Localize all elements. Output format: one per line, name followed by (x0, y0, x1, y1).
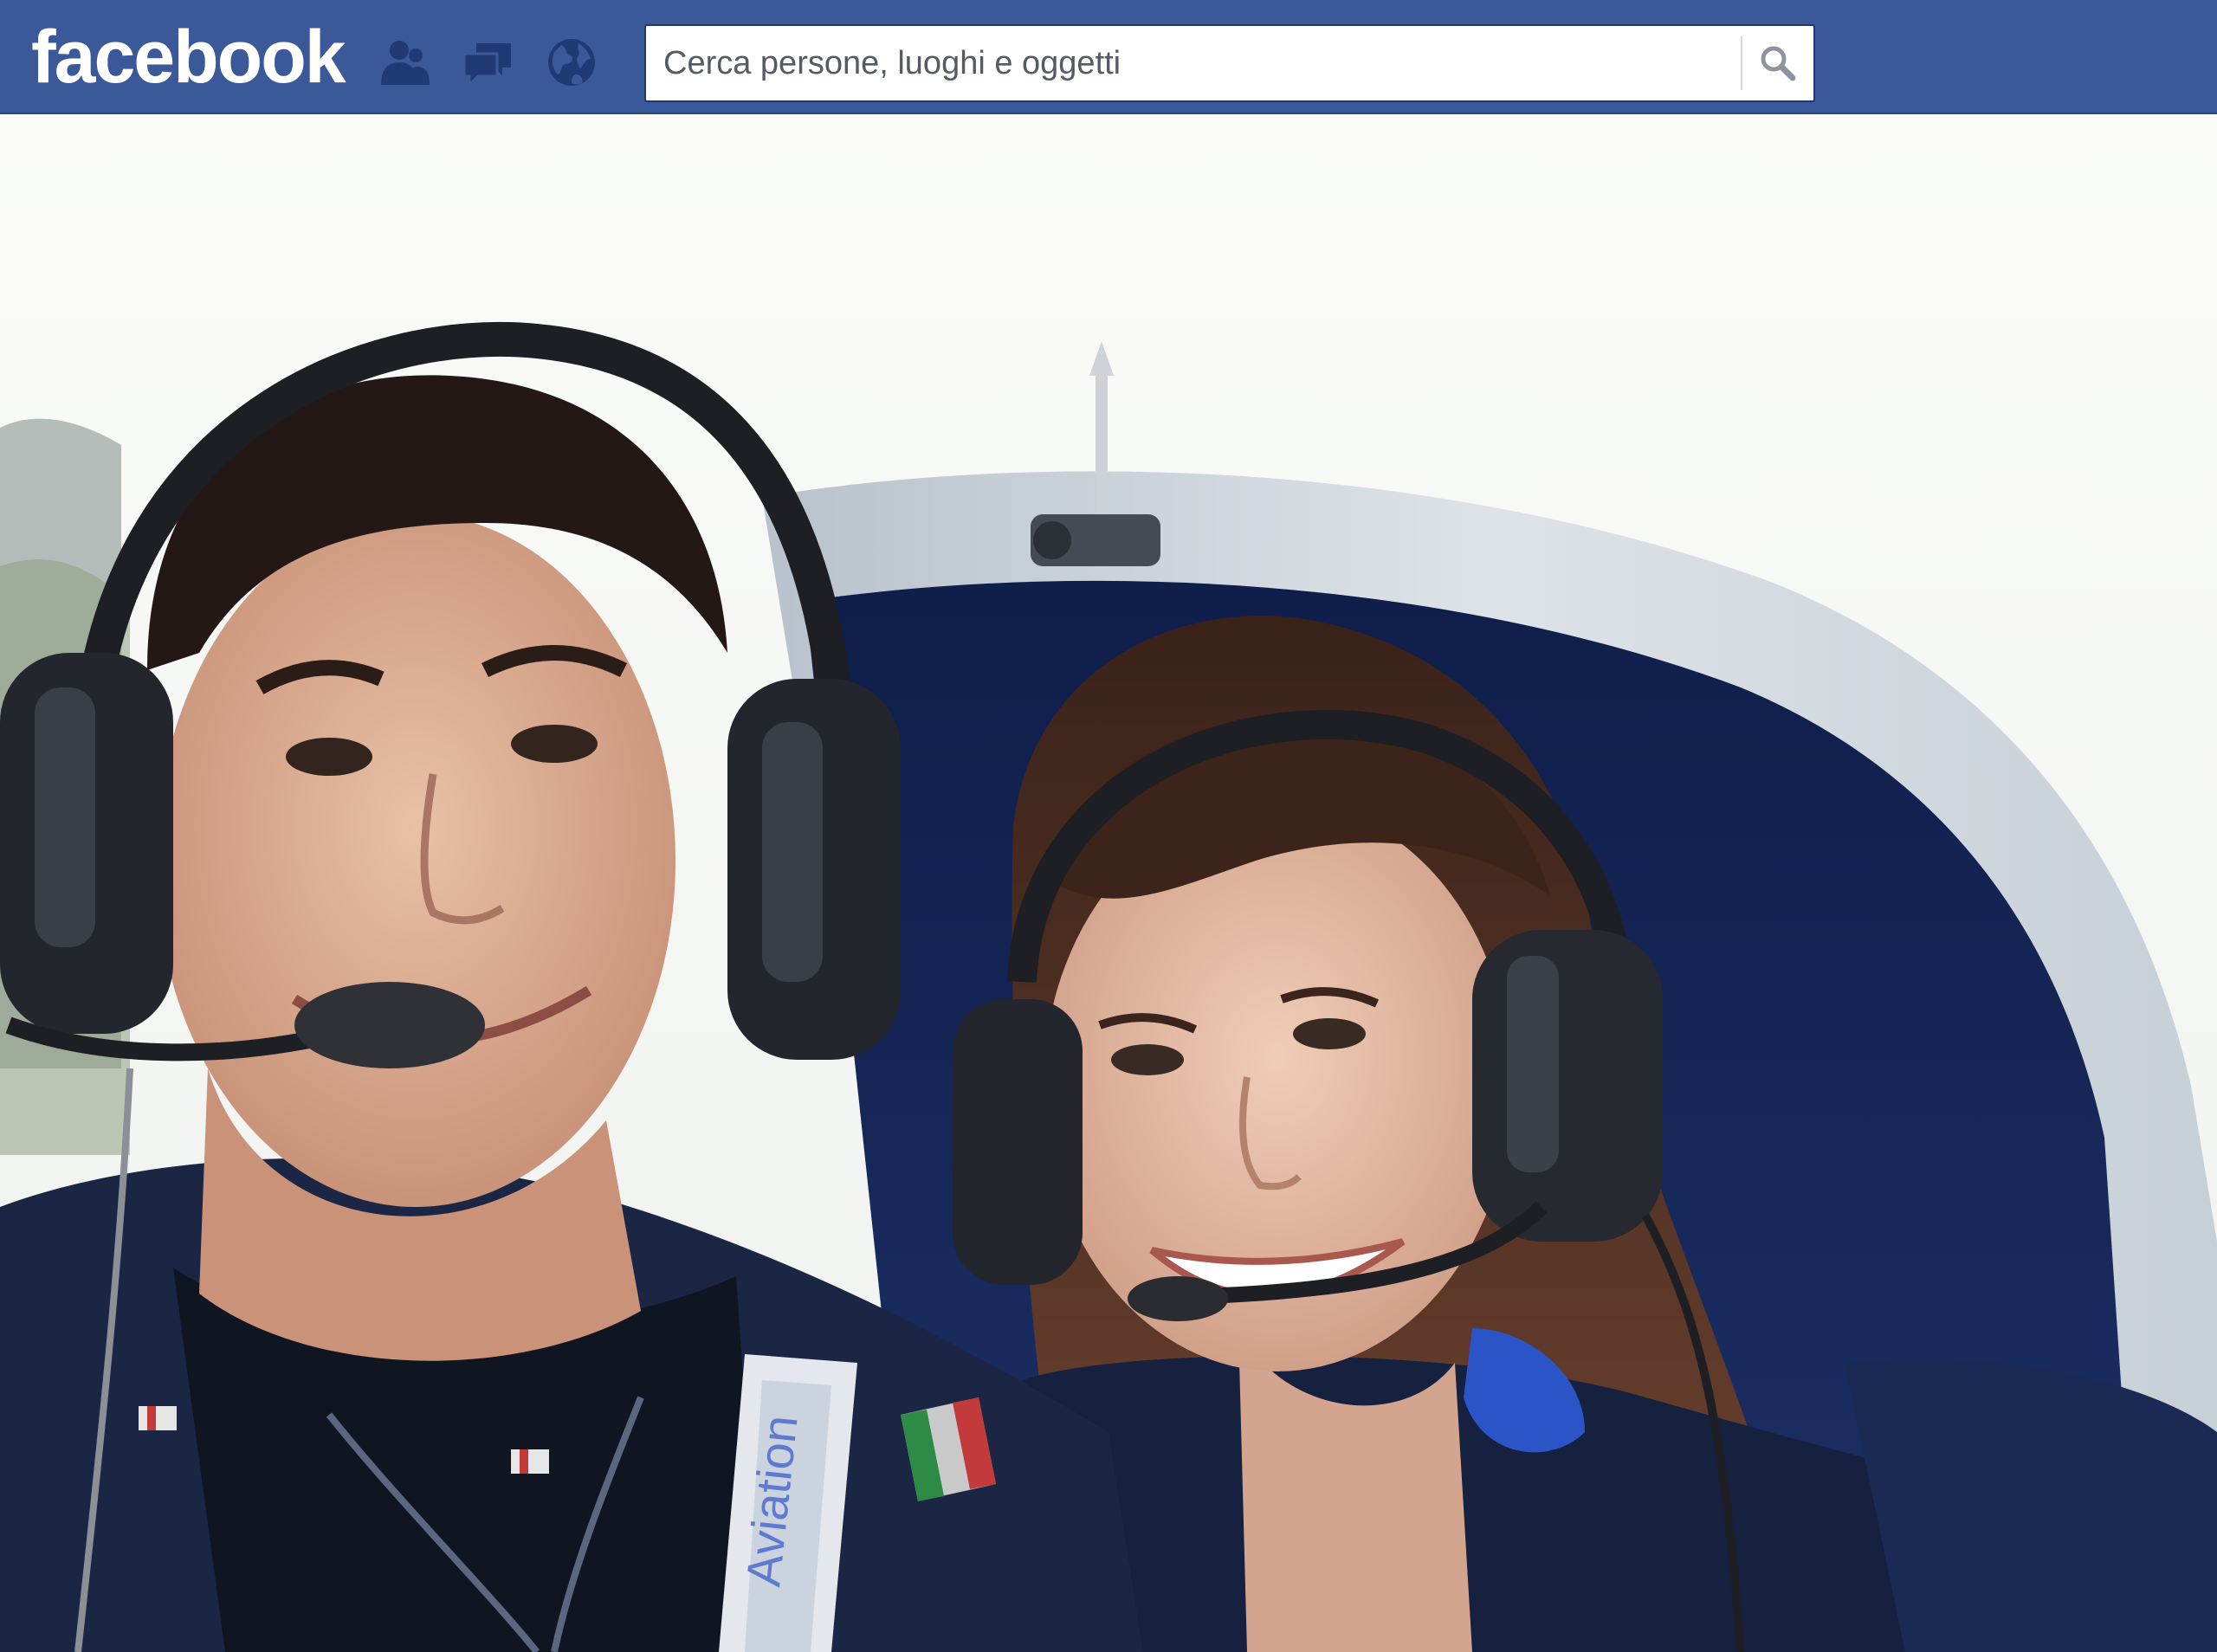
search-box[interactable] (644, 24, 1815, 102)
search-input[interactable] (646, 26, 1741, 100)
top-navigation-bar: facebook (0, 0, 2217, 114)
facebook-logo[interactable]: facebook (31, 17, 346, 97)
search-icon (1761, 46, 1796, 81)
messages-icon[interactable] (461, 35, 516, 90)
friend-requests-icon[interactable] (378, 35, 433, 90)
notifications-globe-icon[interactable] (544, 35, 599, 90)
search-button[interactable] (1742, 26, 1813, 100)
selfie-photo: Aviation (0, 116, 2217, 1652)
